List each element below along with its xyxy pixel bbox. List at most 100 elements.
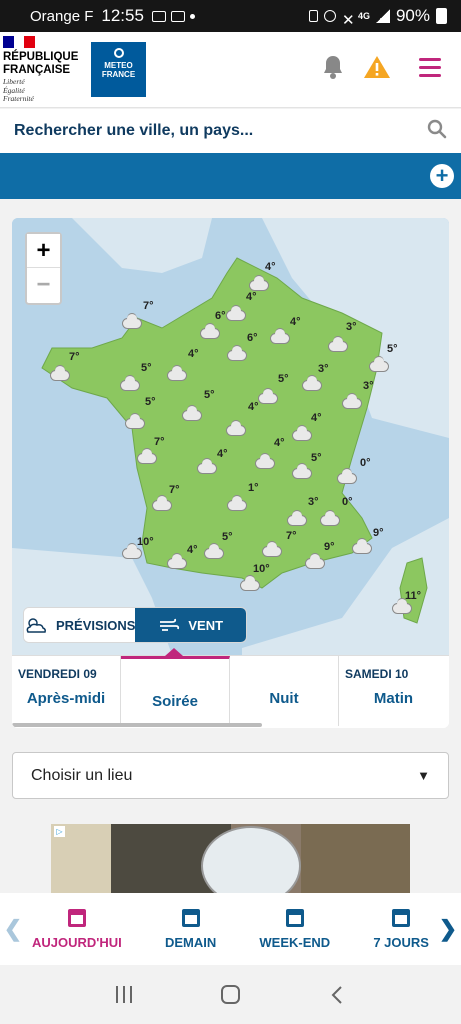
adchoices-icon[interactable]: ▷ bbox=[54, 826, 65, 837]
temperature-label: 5° bbox=[222, 531, 233, 543]
time-slot[interactable]: Nuit bbox=[230, 656, 339, 726]
notification-icons bbox=[151, 10, 195, 22]
signal-icon bbox=[375, 9, 390, 23]
partly-cloudy-night-icon bbox=[167, 365, 187, 381]
slot-period: Soirée bbox=[152, 693, 198, 710]
nav-7days-label: 7 JOURS bbox=[373, 934, 429, 950]
partly-cloudy-night-icon bbox=[50, 365, 70, 381]
menu-hamburger-icon[interactable] bbox=[415, 52, 445, 82]
map-background bbox=[12, 218, 449, 655]
wind-toggle-button[interactable]: VENT bbox=[135, 608, 246, 642]
meteo-france-logo[interactable]: METEO FRANCE bbox=[91, 42, 146, 97]
slot-day: VENDREDI 09 bbox=[18, 667, 97, 681]
time-slot-selector: VENDREDI 09 Après-midi Soirée Nuit SAMED… bbox=[12, 648, 449, 728]
cloudy-icon bbox=[255, 453, 275, 469]
temperature-label: 9° bbox=[324, 541, 335, 553]
partly-cloudy-night-icon bbox=[287, 510, 307, 526]
gov-motto: Liberté Égalité Fraternité bbox=[3, 77, 34, 103]
nav-weekend[interactable]: WEEK-END bbox=[259, 908, 331, 950]
wind-icon bbox=[352, 538, 372, 554]
notifications-bell-icon[interactable] bbox=[318, 52, 348, 82]
temperature-label: 4° bbox=[187, 544, 198, 556]
location-select-label: Choisir un lieu bbox=[31, 766, 133, 784]
france-weather-map[interactable]: + − 4° 4° 6° 7° 6° 4° 3° 5° 7° 5° 4° 3° … bbox=[12, 218, 449, 655]
cloudy-icon bbox=[292, 463, 312, 479]
temperature-label: 6° bbox=[215, 310, 226, 322]
time-slot[interactable]: VENDREDI 09 Après-midi bbox=[12, 656, 121, 726]
nav-next-chevron-icon[interactable]: ❯ bbox=[435, 916, 461, 942]
search-icon[interactable] bbox=[427, 119, 447, 144]
advertisement-banner[interactable]: ▷ bbox=[51, 824, 410, 894]
storm-icon bbox=[167, 553, 187, 569]
partly-cloudy-night-icon bbox=[226, 420, 246, 436]
nav-today-label: AUJOURD'HUI bbox=[32, 934, 122, 950]
temperature-label: 7° bbox=[143, 300, 154, 312]
temperature-label: 9° bbox=[373, 527, 384, 539]
more-notifications-icon bbox=[189, 13, 195, 19]
zoom-in-button[interactable]: + bbox=[27, 234, 60, 268]
slot-period: Nuit bbox=[269, 690, 299, 707]
time-slot-selected[interactable]: Soirée bbox=[121, 648, 230, 726]
temperature-label: 10° bbox=[137, 536, 154, 548]
add-favorite-icon[interactable]: + bbox=[430, 164, 454, 188]
home-icon[interactable] bbox=[221, 985, 240, 1004]
battery-icon bbox=[436, 8, 447, 24]
ad-product-image bbox=[201, 826, 301, 894]
map-mode-toggle: PRÉVISIONS VENT bbox=[23, 607, 247, 643]
partly-cloudy-night-icon bbox=[182, 405, 202, 421]
cloudy-icon bbox=[302, 375, 322, 391]
temperature-label: 7° bbox=[286, 530, 297, 542]
cloudy-icon bbox=[200, 323, 220, 339]
temperature-label: 7° bbox=[154, 436, 165, 448]
calendar-grid-icon bbox=[392, 908, 411, 927]
zoom-out-button[interactable]: − bbox=[27, 268, 60, 302]
nav-tomorrow[interactable]: DEMAIN bbox=[165, 908, 216, 950]
nav-weekend-label: WEEK-END bbox=[259, 934, 331, 950]
temperature-label: 11° bbox=[405, 590, 422, 602]
clock: 12:55 bbox=[101, 6, 144, 25]
calendar-check-icon bbox=[67, 908, 86, 927]
slot-day: SAMEDI 10 bbox=[345, 667, 409, 681]
time-slot[interactable]: SAMEDI 10 Matin bbox=[339, 656, 448, 726]
location-select[interactable]: Choisir un lieu ▼ bbox=[12, 752, 449, 799]
temperature-label: 5° bbox=[204, 389, 215, 401]
temperature-label: 6° bbox=[247, 332, 258, 344]
cloudy-icon bbox=[369, 356, 389, 372]
network-type: 4G bbox=[357, 11, 370, 21]
recent-apps-icon[interactable] bbox=[113, 985, 135, 1005]
status-bar: Orange F 12:55 ✕ 4G 90% bbox=[0, 0, 461, 32]
search-input[interactable] bbox=[14, 122, 427, 140]
cloudy-icon bbox=[137, 448, 157, 464]
back-icon[interactable] bbox=[326, 985, 348, 1005]
gmail-icon bbox=[170, 10, 185, 22]
temperature-label: 5° bbox=[311, 452, 322, 464]
temperature-label: 0° bbox=[342, 496, 353, 508]
nav-7days[interactable]: 7 JOURS bbox=[373, 908, 429, 950]
forecast-toggle-button[interactable]: PRÉVISIONS bbox=[24, 608, 136, 642]
temperature-label: 4° bbox=[274, 437, 285, 449]
wind-icon bbox=[262, 541, 282, 557]
republique-francaise-logo[interactable]: RÉPUBLIQUE FRANÇAISE Liberté Égalité Fra… bbox=[3, 36, 83, 104]
android-navigation-bar bbox=[0, 965, 461, 1024]
temperature-label: 4° bbox=[246, 291, 257, 303]
temperature-label: 1° bbox=[248, 482, 259, 494]
weather-alert-icon[interactable] bbox=[362, 52, 392, 82]
temperature-label: 3° bbox=[318, 363, 329, 375]
youtube-icon bbox=[151, 10, 166, 22]
temperature-label: 5° bbox=[387, 343, 398, 355]
cloudy-icon bbox=[204, 543, 224, 559]
temperature-label: 4° bbox=[248, 401, 259, 413]
temperature-label: 7° bbox=[169, 484, 180, 496]
cloudy-icon bbox=[227, 345, 247, 361]
temperature-label: 5° bbox=[145, 396, 156, 408]
wind-icon bbox=[305, 553, 325, 569]
rain-icon bbox=[152, 495, 172, 511]
bottom-navigation: ❮ AUJOURD'HUI DEMAIN WEEK-END 7 JOURS ❯ bbox=[0, 893, 461, 965]
chevron-down-icon: ▼ bbox=[417, 768, 430, 783]
nav-today[interactable]: AUJOURD'HUI bbox=[32, 908, 122, 950]
nav-previous-chevron-icon[interactable]: ❮ bbox=[0, 916, 26, 942]
clipboard-icon bbox=[308, 10, 318, 22]
favorites-bar: + bbox=[0, 153, 461, 199]
temperature-label: 4° bbox=[265, 261, 276, 273]
slot-scrollbar[interactable] bbox=[12, 723, 262, 727]
